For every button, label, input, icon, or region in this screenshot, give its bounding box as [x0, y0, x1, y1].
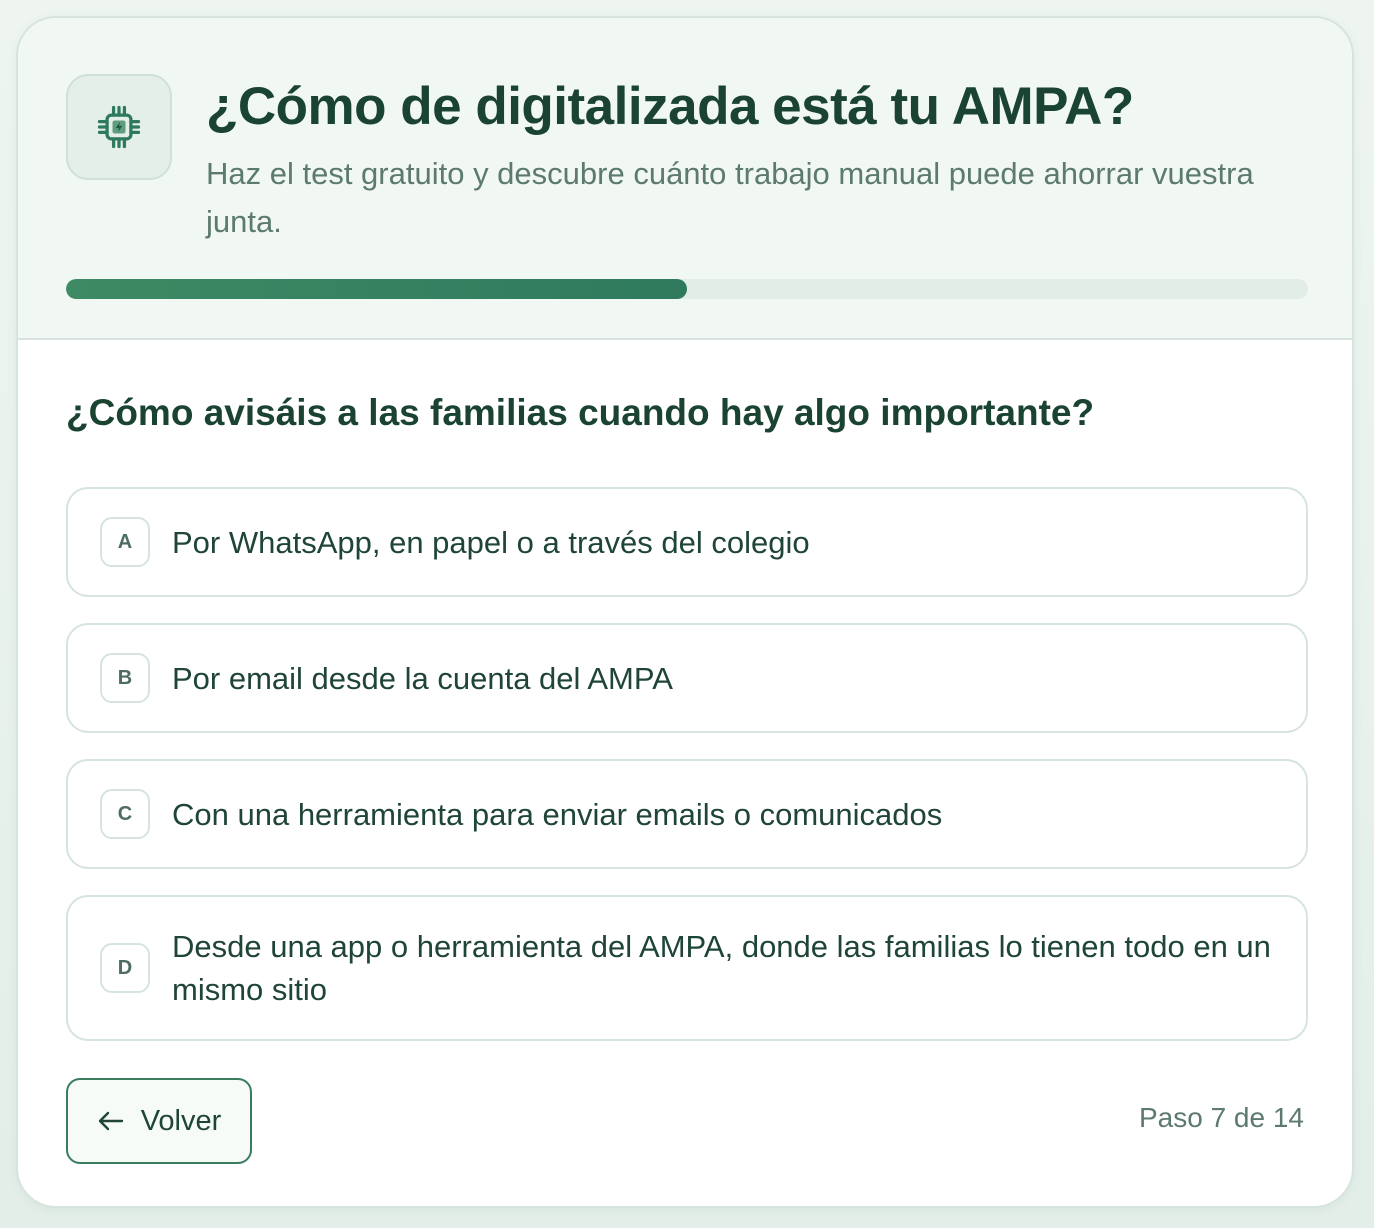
option-letter-badge: B	[100, 653, 150, 703]
page-title: ¿Cómo de digitalizada está tu AMPA?	[206, 77, 1134, 136]
option-letter-badge: C	[100, 789, 150, 839]
progress-bar	[66, 279, 1308, 299]
answer-option-b[interactable]: B Por email desde la cuenta del AMPA	[66, 623, 1308, 733]
quiz-header: ¿Cómo de digitalizada está tu AMPA? Haz …	[18, 18, 1352, 340]
option-label: Por email desde la cuenta del AMPA	[172, 660, 673, 696]
quiz-card: ¿Cómo de digitalizada está tu AMPA? Haz …	[16, 16, 1354, 1208]
progress-bar-fill	[66, 279, 687, 299]
option-label: Desde una app o herramienta del AMPA, do…	[172, 929, 1271, 1007]
back-button[interactable]: Volver	[66, 1078, 252, 1164]
answer-options: A Por WhatsApp, en papel o a través del …	[66, 487, 1308, 1067]
chip-icon	[93, 101, 145, 153]
arrow-left-icon	[97, 1110, 125, 1132]
answer-option-a[interactable]: A Por WhatsApp, en papel o a través del …	[66, 487, 1308, 597]
option-letter-badge: D	[100, 943, 150, 993]
answer-option-c[interactable]: C Con una herramienta para enviar emails…	[66, 759, 1308, 869]
option-label: Con una herramienta para enviar emails o…	[172, 796, 943, 832]
answer-option-d[interactable]: D Desde una app o herramienta del AMPA, …	[66, 895, 1308, 1041]
logo-tile	[66, 74, 172, 180]
page-subtitle: Haz el test gratuito y descubre cuánto t…	[206, 156, 1254, 239]
option-label: Por WhatsApp, en papel o a través del co…	[172, 524, 810, 560]
back-button-label: Volver	[140, 1104, 222, 1137]
step-indicator: Paso 7 de 14	[1138, 1102, 1304, 1133]
option-letter-badge: A	[100, 517, 150, 567]
question-text: ¿Cómo avisáis a las familias cuando hay …	[66, 392, 1095, 433]
